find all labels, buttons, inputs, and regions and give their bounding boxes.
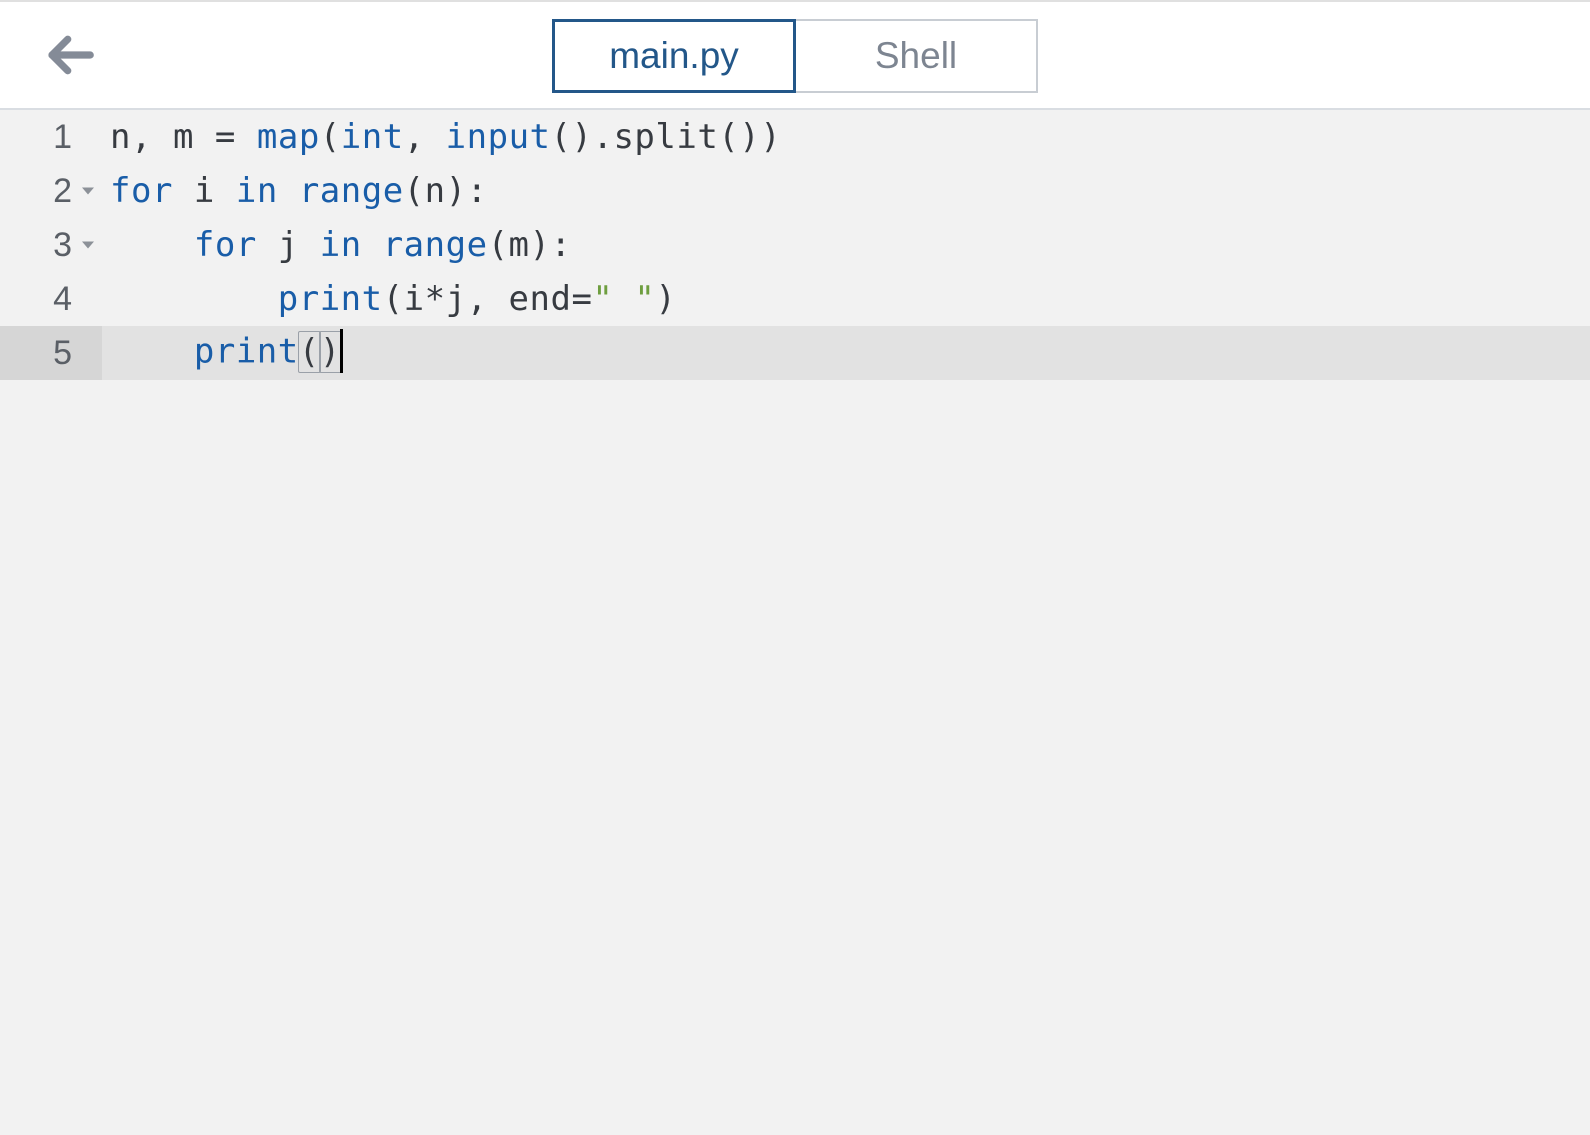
code-token: in	[320, 225, 362, 265]
tab-main-py[interactable]: main.py	[552, 19, 796, 93]
code-token: n	[425, 171, 446, 211]
code-content[interactable]: for j in range(m):	[102, 225, 571, 265]
code-token: print	[278, 279, 383, 319]
code-content[interactable]: n, m = map(int, input().split())	[102, 117, 781, 157]
code-token: for	[110, 171, 173, 211]
code-content[interactable]: print(i*j, end=" ")	[102, 279, 676, 319]
code-editor[interactable]: 1n, m = map(int, input().split())2for i …	[0, 110, 1590, 1135]
code-token	[215, 171, 236, 211]
code-content[interactable]: print()	[102, 329, 343, 377]
code-token: end	[509, 279, 572, 319]
code-token: (	[320, 117, 341, 157]
code-token	[110, 279, 278, 319]
fold-toggle-icon[interactable]	[82, 188, 94, 195]
code-token: range	[383, 225, 488, 265]
code-token: ())	[718, 117, 781, 157]
line-number[interactable]: 2	[0, 164, 102, 218]
code-token: *	[425, 279, 446, 319]
code-token	[110, 225, 194, 265]
code-token: ):	[446, 171, 488, 211]
code-token: ,	[467, 279, 509, 319]
tab-shell[interactable]: Shell	[794, 19, 1038, 93]
code-token: ().	[551, 117, 614, 157]
code-token: i	[194, 171, 215, 211]
code-token: i	[404, 279, 425, 319]
code-token: n	[110, 117, 131, 157]
code-token	[257, 225, 278, 265]
arrow-left-icon	[43, 28, 97, 82]
code-token: =	[571, 279, 592, 319]
code-token	[236, 117, 257, 157]
code-token: (	[298, 331, 321, 373]
code-token	[110, 332, 194, 372]
tab-label: main.py	[609, 35, 739, 77]
code-token: (	[488, 225, 509, 265]
code-token: " "	[592, 279, 655, 319]
line-number[interactable]: 3	[0, 218, 102, 272]
code-line[interactable]: 1n, m = map(int, input().split())	[0, 110, 1590, 164]
tab-label: Shell	[875, 35, 957, 77]
code-token	[173, 171, 194, 211]
line-number[interactable]: 5	[0, 326, 102, 380]
code-token: (	[383, 279, 404, 319]
fold-toggle-icon[interactable]	[82, 242, 94, 249]
code-token: input	[446, 117, 551, 157]
code-token: m	[173, 117, 194, 157]
code-line[interactable]: 2for i in range(n):	[0, 164, 1590, 218]
code-token: )	[319, 331, 342, 373]
code-line[interactable]: 5 print()	[0, 326, 1590, 380]
code-token: )	[655, 279, 676, 319]
code-line[interactable]: 3 for j in range(m):	[0, 218, 1590, 272]
code-token: range	[299, 171, 404, 211]
code-token	[299, 225, 320, 265]
code-line[interactable]: 4 print(i*j, end=" ")	[0, 272, 1590, 326]
code-token: map	[257, 117, 320, 157]
code-token	[278, 171, 299, 211]
code-token: for	[194, 225, 257, 265]
code-token: j	[446, 279, 467, 319]
code-content[interactable]: for i in range(n):	[102, 171, 488, 211]
code-token	[194, 117, 215, 157]
code-token: m	[509, 225, 530, 265]
code-token: in	[236, 171, 278, 211]
code-token	[362, 225, 383, 265]
code-token: ,	[131, 117, 173, 157]
text-cursor	[340, 329, 343, 373]
code-token: ,	[404, 117, 446, 157]
code-token: int	[341, 117, 404, 157]
tab-bar: main.py Shell	[552, 19, 1038, 93]
line-number[interactable]: 1	[0, 110, 102, 164]
code-token: (	[404, 171, 425, 211]
header-bar: main.py Shell	[0, 2, 1590, 108]
code-token: =	[215, 117, 236, 157]
code-token: j	[278, 225, 299, 265]
code-token: print	[194, 332, 299, 372]
line-number[interactable]: 4	[0, 272, 102, 326]
code-token: ):	[530, 225, 572, 265]
back-button[interactable]	[40, 25, 100, 85]
code-token: split	[613, 117, 718, 157]
